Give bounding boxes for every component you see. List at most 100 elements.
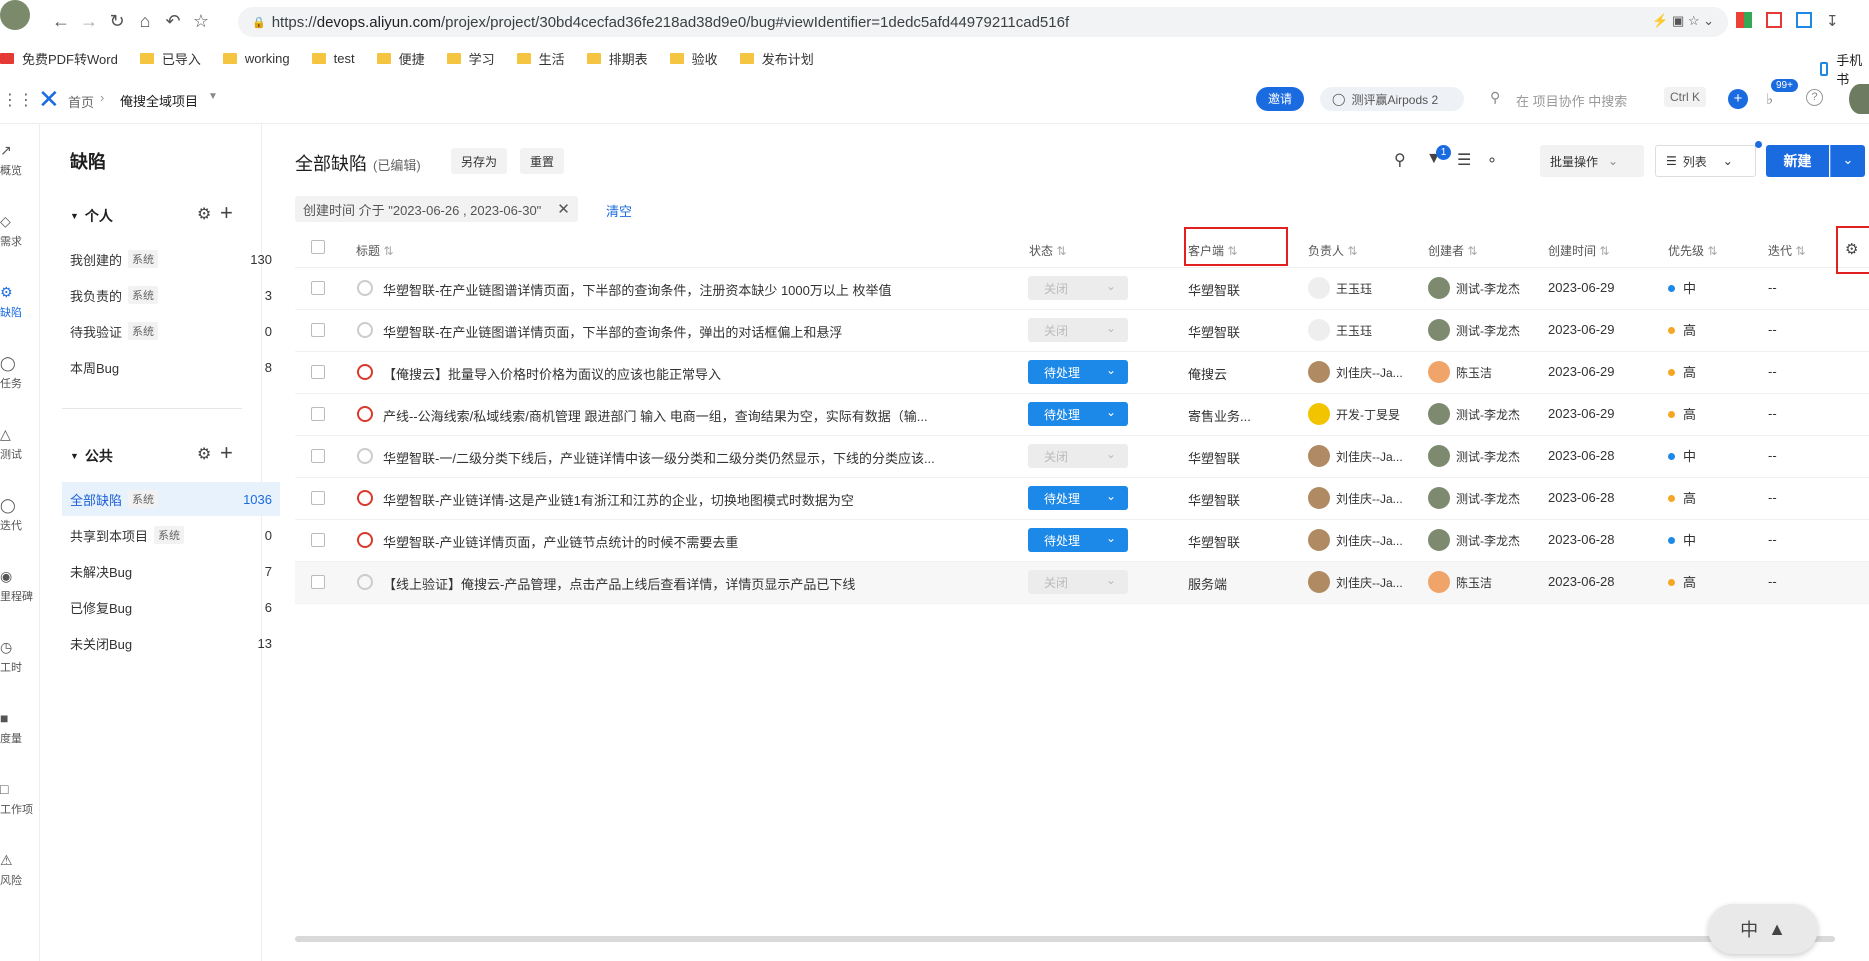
status-dropdown[interactable]: 关闭 ⌄: [1028, 318, 1128, 342]
column-header-creator[interactable]: 创建者 ⇅: [1428, 242, 1477, 259]
search-icon[interactable]: ⚲: [1490, 89, 1500, 106]
sidebar-item-personal-1[interactable]: 我负责的 系统 3: [62, 278, 280, 312]
owner-name[interactable]: 王玉珏: [1336, 280, 1406, 297]
logo-icon[interactable]: ✕: [38, 84, 60, 115]
status-dropdown[interactable]: 待处理 ⌄: [1028, 486, 1128, 510]
table-row[interactable]: 产线--公海线索/私域线索/商机管理 跟进部门 输入 电商一组，查询结果为空，实…: [295, 394, 1869, 436]
rail-item-1[interactable]: ◇ 需求: [0, 213, 40, 249]
personal-settings-icon[interactable]: ⚙: [197, 204, 211, 224]
sidebar-item-public-1[interactable]: 共享到本项目 系统 0: [62, 518, 280, 552]
bug-title-link[interactable]: 华塑智联-一/二级分类下线后，产业链详情中该一级分类和二级分类仍然显示，下线的分…: [383, 448, 983, 467]
priority-label[interactable]: 高: [1683, 488, 1696, 507]
profile-avatar[interactable]: [1849, 84, 1869, 114]
rail-item-10[interactable]: ⚠ 风险: [0, 852, 40, 888]
creator-name[interactable]: 测试-李龙杰: [1456, 532, 1546, 549]
rail-item-9[interactable]: □ 工作项: [0, 781, 40, 817]
owner-name[interactable]: 刘佳庆--Ja...: [1336, 490, 1406, 507]
sidebar-item-personal-2[interactable]: 待我验证 系统 0: [62, 314, 280, 348]
iteration-cell[interactable]: --: [1768, 406, 1777, 421]
url-bar[interactable]: 🔒 https://devops.aliyun.com/projex/proje…: [238, 7, 1728, 37]
project-dropdown-icon[interactable]: ▼: [208, 91, 218, 102]
share-icon[interactable]: ∘: [1487, 150, 1497, 170]
rail-item-4[interactable]: △ 测试: [0, 426, 40, 462]
tree-view-icon[interactable]: ☰: [1457, 150, 1471, 170]
search-icon[interactable]: ⚲: [1394, 150, 1406, 170]
sort-icon[interactable]: ⇅: [1599, 244, 1609, 258]
bookmark-4[interactable]: 便捷: [376, 49, 425, 68]
sidebar-item-public-3[interactable]: 已修复Bug 6: [62, 590, 280, 624]
row-checkbox[interactable]: [311, 491, 325, 505]
creator-name[interactable]: 陈玉洁: [1456, 574, 1546, 591]
back-icon[interactable]: ←: [46, 6, 76, 36]
rail-item-8[interactable]: ■ 度量: [0, 710, 40, 746]
creator-name[interactable]: 测试-李龙杰: [1456, 490, 1546, 507]
sidebar-item-public-2[interactable]: 未解决Bug 7: [62, 554, 280, 588]
public-settings-icon[interactable]: ⚙: [197, 444, 211, 464]
rail-item-2[interactable]: ⚙ 缺陷: [0, 284, 40, 320]
bug-title-link[interactable]: 【俺搜云】批量导入价格时价格为面议的应该也能正常导入: [383, 364, 983, 383]
owner-name[interactable]: 刘佳庆--Ja...: [1336, 448, 1406, 465]
url-actions-icons[interactable]: ⚡ ▣ ☆ ⌄: [1652, 13, 1714, 29]
home-icon[interactable]: ⌂: [130, 6, 160, 36]
row-checkbox[interactable]: [311, 365, 325, 379]
notification-bell-icon[interactable]: ♭: [1766, 90, 1773, 108]
rail-item-0[interactable]: ↗ 概览: [0, 142, 40, 178]
rail-item-3[interactable]: ◯ 任务: [0, 355, 40, 391]
sort-icon[interactable]: ⇅: [1795, 244, 1805, 258]
owner-name[interactable]: 刘佳庆--Ja...: [1336, 364, 1406, 381]
iteration-cell[interactable]: --: [1768, 364, 1777, 379]
sort-icon[interactable]: ⇅: [1707, 244, 1717, 258]
column-header-priority[interactable]: 优先级 ⇅: [1668, 242, 1717, 259]
bookmark-0[interactable]: 免费PDF转Word: [0, 49, 118, 68]
sidebar-item-public-0[interactable]: 全部缺陷 系统 1036: [62, 482, 280, 516]
row-checkbox[interactable]: [311, 449, 325, 463]
bookmark-3[interactable]: test: [311, 51, 355, 66]
global-search-input[interactable]: 在 项目协作 中搜索: [1516, 91, 1627, 110]
rail-item-6[interactable]: ◉ 里程碑: [0, 568, 40, 604]
bug-title-link[interactable]: 华塑智联-在产业链图谱详情页面，下半部的查询条件，注册资本缺少 1000万以上 …: [383, 280, 983, 299]
iteration-cell[interactable]: --: [1768, 574, 1777, 589]
sidebar-item-public-4[interactable]: 未关闭Bug 13: [62, 626, 280, 660]
row-checkbox[interactable]: [311, 281, 325, 295]
new-button[interactable]: 新建: [1766, 145, 1829, 177]
priority-label[interactable]: 高: [1683, 362, 1696, 381]
close-icon[interactable]: ✕: [557, 200, 570, 218]
owner-name[interactable]: 开发-丁旻旻: [1336, 406, 1406, 423]
row-checkbox[interactable]: [311, 323, 325, 337]
iteration-cell[interactable]: --: [1768, 532, 1777, 547]
apps-grid-icon[interactable]: ⋮⋮: [2, 90, 34, 110]
invite-button[interactable]: 邀请: [1256, 87, 1304, 111]
help-icon[interactable]: ?: [1806, 89, 1823, 106]
bookmark-2[interactable]: working: [222, 51, 290, 66]
new-dropdown-icon[interactable]: ⌄: [1830, 145, 1865, 177]
sidebar-item-personal-3[interactable]: 本周Bug 8: [62, 350, 280, 384]
breadcrumb-home[interactable]: 首页: [68, 92, 94, 111]
column-header-status[interactable]: 状态 ⇅: [1029, 242, 1066, 259]
public-add-icon[interactable]: +: [220, 440, 233, 466]
bookmark-5[interactable]: 学习: [446, 49, 495, 68]
creator-name[interactable]: 测试-李龙杰: [1456, 322, 1546, 339]
clear-filter-link[interactable]: 清空: [606, 201, 632, 220]
table-row[interactable]: 华塑智联-一/二级分类下线后，产业链详情中该一级分类和二级分类仍然显示，下线的分…: [295, 436, 1869, 478]
table-row[interactable]: 【线上验证】俺搜云-产品管理，点击产品上线后查看详情，详情页显示产品已下线 关闭 ⌄…: [295, 562, 1869, 604]
table-row[interactable]: 华塑智联-在产业链图谱详情页面，下半部的查询条件，弹出的对话框偏上和悬浮 关闭 ⌄ 华…: [295, 310, 1869, 352]
row-checkbox[interactable]: [311, 533, 325, 547]
filter-chip[interactable]: 创建时间 介于 "2023-06-26 , 2023-06-30" ✕: [295, 196, 578, 222]
creator-name[interactable]: 测试-李龙杰: [1456, 406, 1546, 423]
personal-add-icon[interactable]: +: [220, 200, 233, 226]
status-dropdown[interactable]: 关闭 ⌄: [1028, 444, 1128, 468]
forward-icon[interactable]: →: [74, 6, 104, 36]
breadcrumb-project[interactable]: 俺搜全域项目: [120, 91, 198, 110]
table-row[interactable]: 【俺搜云】批量导入价格时价格为面议的应该也能正常导入 待处理 ⌄ 俺搜云 刘佳庆--Ja…: [295, 352, 1869, 394]
user-avatar-icon[interactable]: [0, 0, 30, 30]
create-plus-icon[interactable]: +: [1728, 89, 1748, 109]
status-dropdown[interactable]: 待处理 ⌄: [1028, 528, 1128, 552]
group-public[interactable]: ▼ 公共: [70, 446, 113, 466]
bug-title-link[interactable]: 产线--公海线索/私域线索/商机管理 跟进部门 输入 电商一组，查询结果为空，实…: [383, 406, 983, 425]
bug-title-link[interactable]: 华塑智联-产业链详情-这是产业链1有浙江和江苏的企业，切换地图模式时数据为空: [383, 490, 983, 509]
rail-item-5[interactable]: ◯ 迭代: [0, 497, 40, 533]
bookmark-6[interactable]: 生活: [516, 49, 565, 68]
column-header-owner[interactable]: 负责人 ⇅: [1308, 242, 1357, 259]
column-header-iteration[interactable]: 迭代 ⇅: [1768, 242, 1805, 259]
status-dropdown[interactable]: 关闭 ⌄: [1028, 276, 1128, 300]
